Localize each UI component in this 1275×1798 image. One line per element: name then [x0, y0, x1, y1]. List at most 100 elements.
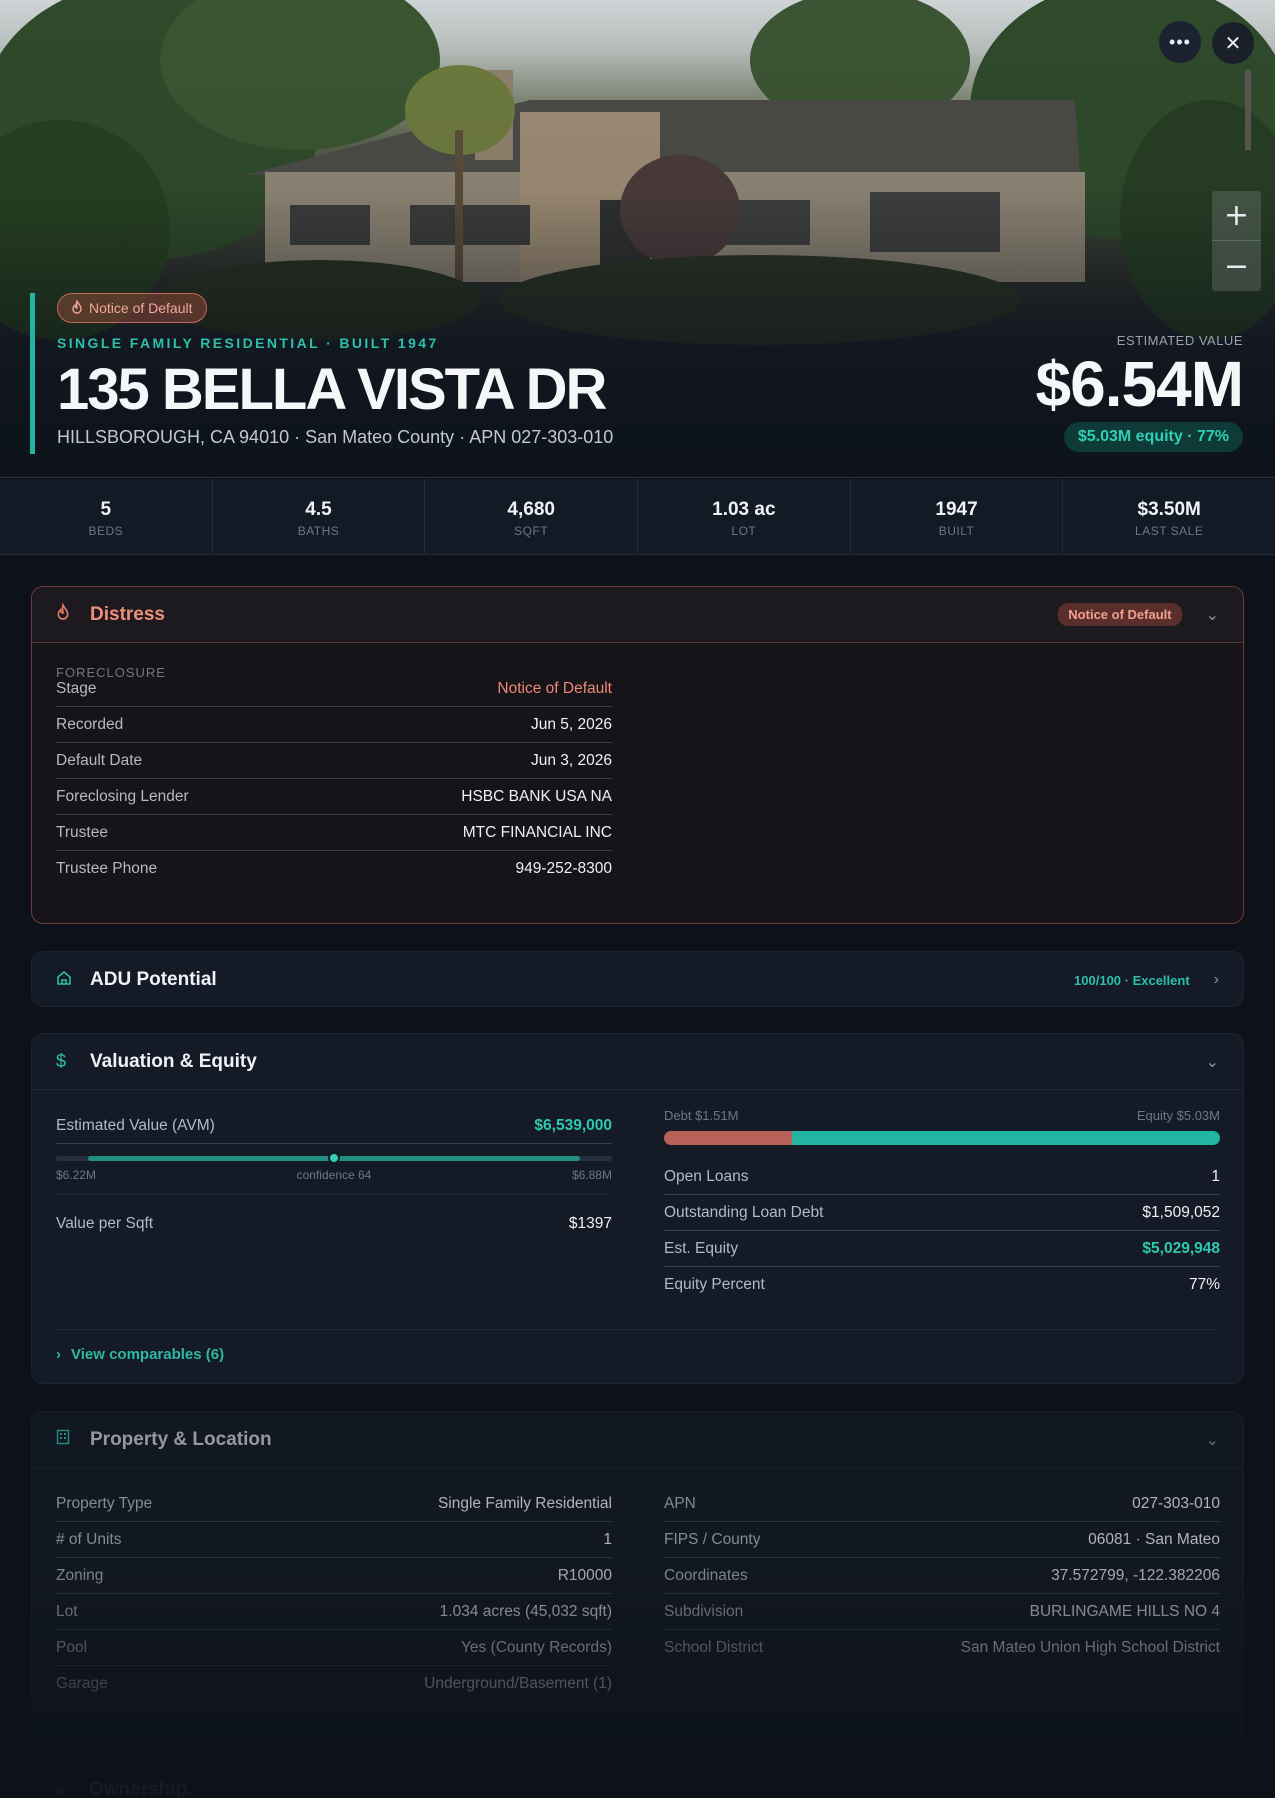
equity-column: Debt $1.51M Equity $5.03M Open Loans 1 Ou…	[664, 1108, 1220, 1303]
chevron-down-icon[interactable]: ⌄	[1206, 1052, 1219, 1072]
kv-value: Jun 3, 2026	[530, 751, 612, 769]
kv-row: Trustee MTC FINANCIAL INC	[56, 815, 612, 851]
kv-value: BURLINGAME HILLS NO 4	[1029, 1602, 1220, 1620]
chevron-right-icon: ›	[56, 1346, 61, 1363]
kv-row: Default Date Jun 3, 2026	[56, 743, 612, 779]
kv-label: Recorded	[56, 715, 124, 733]
kv-value: 37.572799, -122.382206	[1051, 1566, 1220, 1584]
kv-label: Open Loans	[664, 1167, 749, 1185]
property-header[interactable]: Property & Location ⌄	[32, 1412, 1243, 1468]
distress-header[interactable]: Distress Notice of Default ⌄	[32, 587, 1243, 643]
flame-icon	[56, 602, 78, 626]
chevron-down-icon[interactable]: ⌄	[1206, 605, 1219, 625]
kv-label: Stage	[56, 679, 97, 697]
more-options-button[interactable]: •••	[1159, 21, 1201, 63]
stat-built: 1947 BUILT	[851, 479, 1064, 554]
kv-label: Subdivision	[664, 1602, 744, 1620]
kv-label: Equity Percent	[664, 1276, 765, 1293]
kv-label: Trustee Phone	[56, 860, 158, 877]
ownership-title: Ownership	[89, 1779, 188, 1798]
debt-equity-labels: Debt $1.51M Equity $5.03M	[664, 1108, 1220, 1123]
kv-value: 1	[1211, 1167, 1220, 1185]
adu-title: ADU Potential	[90, 969, 217, 990]
kv-row: Coordinates 37.572799, -122.382206	[664, 1558, 1220, 1594]
kv-row: Pool Yes (County Records)	[56, 1630, 612, 1666]
avm-value: $6,539,000	[534, 1116, 612, 1134]
loan-list: Open Loans 1 Outstanding Loan Debt $1,509,…	[664, 1159, 1220, 1303]
equity-segment	[791, 1131, 1220, 1145]
chevron-down-icon[interactable]: ⌄	[1206, 1430, 1219, 1450]
view-comparables-link[interactable]: › View comparables (6)	[56, 1329, 1219, 1363]
more-horizontal-icon: •••	[1169, 31, 1191, 52]
stat-value: 5	[100, 499, 112, 520]
kv-value: Notice of Default	[497, 679, 612, 697]
kv-value: 1	[603, 1530, 612, 1548]
confidence-label: confidence 64	[296, 1168, 372, 1182]
stat-beds: 5 BEDS	[0, 479, 213, 554]
kv-label: FIPS / County	[664, 1530, 761, 1548]
kv-label: Garage	[56, 1675, 108, 1692]
kv-value: 027-303-010	[1132, 1494, 1220, 1512]
kv-value: Jun 5, 2026	[530, 715, 612, 733]
ownership-header[interactable]: ● Ownership	[31, 1760, 1244, 1798]
kv-row: Outstanding Loan Debt $1,509,052	[664, 1195, 1220, 1231]
street-view-hero[interactable]: ••• ✕ + − Notice of Default SINGLE FAMIL…	[0, 0, 1275, 478]
kv-value: Single Family Residential	[437, 1494, 612, 1512]
stat-value: 1947	[935, 499, 978, 520]
foreclosure-list: Stage Notice of Default Recorded Jun 5, 20…	[56, 671, 612, 887]
avm-marker	[328, 1152, 340, 1164]
kv-row: FIPS / County 06081 · San Mateo	[664, 1522, 1220, 1558]
stat-value: 4,680	[507, 499, 555, 520]
close-button[interactable]: ✕	[1212, 22, 1254, 64]
avm-row: Estimated Value (AVM) $6,539,000	[56, 1108, 612, 1144]
confidence-range-bar	[56, 1152, 612, 1164]
estimated-value-label: ESTIMATED VALUE	[1116, 333, 1243, 348]
status-badge-label: Notice of Default	[89, 300, 193, 316]
kv-label: Estimated Value (AVM)	[56, 1116, 215, 1134]
kv-row: Open Loans 1	[664, 1159, 1220, 1195]
kv-label: Zoning	[56, 1566, 104, 1584]
distress-badge: Notice of Default	[1058, 603, 1182, 626]
dollar-icon: $	[56, 1051, 67, 1071]
stat-value: 4.5	[305, 499, 332, 520]
close-icon: ✕	[1224, 31, 1242, 55]
user-icon: ●	[55, 1779, 66, 1798]
adu-header[interactable]: ADU Potential 100/100 · Excellent ›	[32, 952, 1243, 1008]
ownership-card[interactable]: ● Ownership	[31, 1760, 1244, 1798]
range-high: $6.88M	[571, 1168, 612, 1182]
valuation-header[interactable]: $ Valuation & Equity ⌄	[32, 1034, 1243, 1090]
kv-value: 06081 · San Mateo	[1088, 1530, 1220, 1548]
property-location: HILLSBOROUGH, CA 94010 · San Mateo Count…	[57, 427, 614, 447]
zoom-control: + −	[1212, 191, 1261, 291]
kv-label: Default Date	[56, 751, 143, 769]
kv-row: Garage Underground/Basement (1)	[56, 1666, 612, 1702]
kv-value: Underground/Basement (1)	[424, 1675, 612, 1692]
per-sqft-row: Value per Sqft $1397	[56, 1195, 612, 1253]
debt-label: Debt $1.51M	[664, 1108, 739, 1123]
comparables-label: View comparables (6)	[71, 1346, 225, 1363]
chevron-right-icon[interactable]: ›	[1214, 971, 1219, 989]
kv-value: R10000	[557, 1566, 612, 1584]
range-low: $6.22M	[56, 1168, 97, 1182]
kv-label: APN	[664, 1494, 696, 1512]
kv-value: 949-252-8300	[515, 860, 612, 877]
kv-label: Pool	[56, 1638, 88, 1656]
kv-row: Recorded Jun 5, 2026	[56, 707, 612, 743]
property-title: Property & Location	[90, 1428, 272, 1450]
kv-label: Value per Sqft	[56, 1215, 154, 1232]
kv-value: 77%	[1188, 1276, 1220, 1293]
stat-label: BUILT	[938, 524, 975, 538]
home-icon	[56, 970, 78, 991]
adu-card[interactable]: ADU Potential 100/100 · Excellent ›	[31, 951, 1244, 1007]
stat-value: 1.03 ac	[712, 499, 776, 520]
equity-pill: $5.03M equity · 77%	[1063, 422, 1243, 452]
stat-baths: 4.5 BATHS	[213, 479, 426, 554]
adu-score: 100/100 · Excellent	[1074, 972, 1190, 988]
status-badge: Notice of Default	[57, 293, 207, 323]
kv-row: Est. Equity $5,029,948	[664, 1231, 1220, 1267]
valuation-card: $ Valuation & Equity ⌄ Estimated Value (…	[31, 1033, 1244, 1384]
zoom-out-button[interactable]: −	[1212, 241, 1261, 291]
zoom-in-button[interactable]: +	[1212, 191, 1261, 241]
kv-row: Subdivision BURLINGAME HILLS NO 4	[664, 1594, 1220, 1630]
debt-equity-bar	[664, 1131, 1220, 1145]
